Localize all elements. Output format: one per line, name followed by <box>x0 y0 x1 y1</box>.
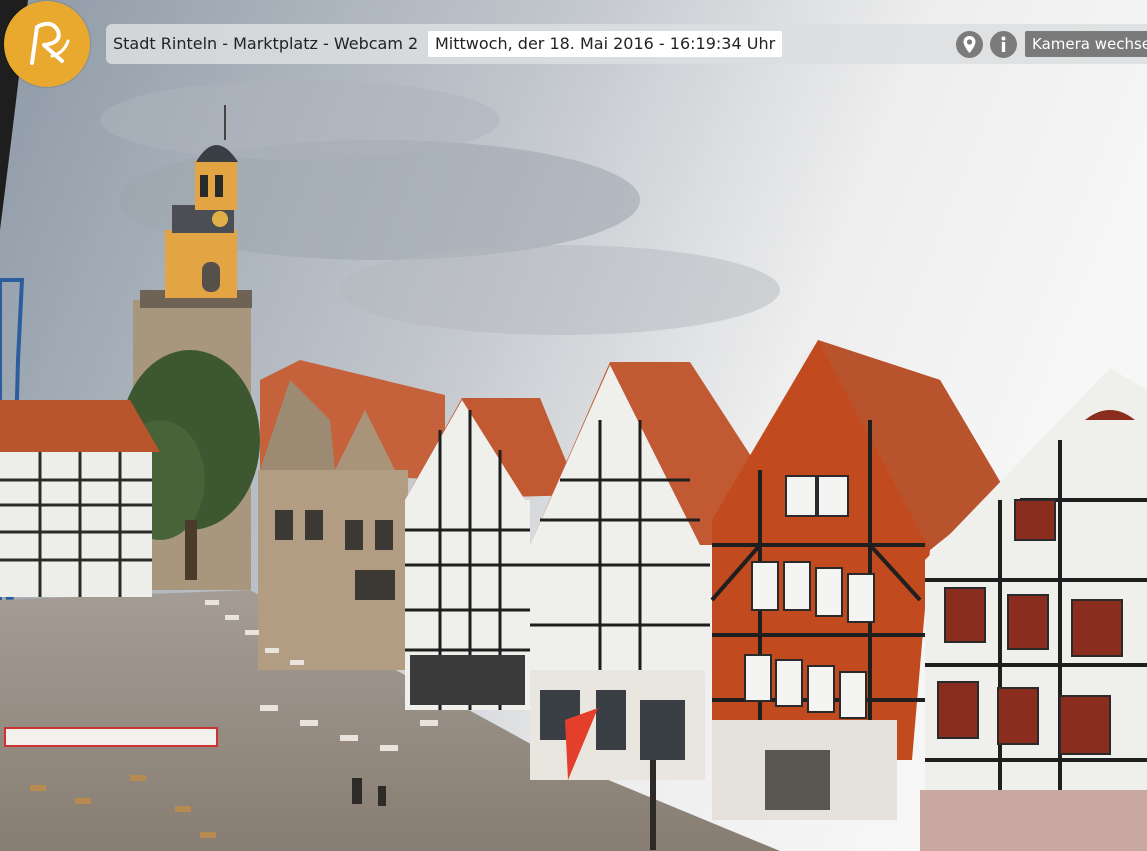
switch-camera-button[interactable]: Kamera wechseln <box>1025 31 1147 57</box>
barrier <box>4 727 218 747</box>
camera-header-bar: Stadt Rinteln - Marktplatz - Webcam 2 Mi… <box>106 24 1147 64</box>
logo-mark-icon <box>30 21 70 65</box>
timestamp: Mittwoch, der 18. Mai 2016 - 16:19:34 Uh… <box>428 31 783 57</box>
map-pin-icon <box>963 36 976 53</box>
location-button[interactable] <box>956 31 983 58</box>
webcam-image <box>0 0 1147 851</box>
info-button[interactable] <box>990 31 1017 58</box>
camera-title: Stadt Rinteln - Marktplatz - Webcam 2 <box>113 34 419 53</box>
rinteln-logo[interactable] <box>4 1 90 87</box>
info-icon <box>1001 36 1006 52</box>
left-building <box>0 400 160 597</box>
